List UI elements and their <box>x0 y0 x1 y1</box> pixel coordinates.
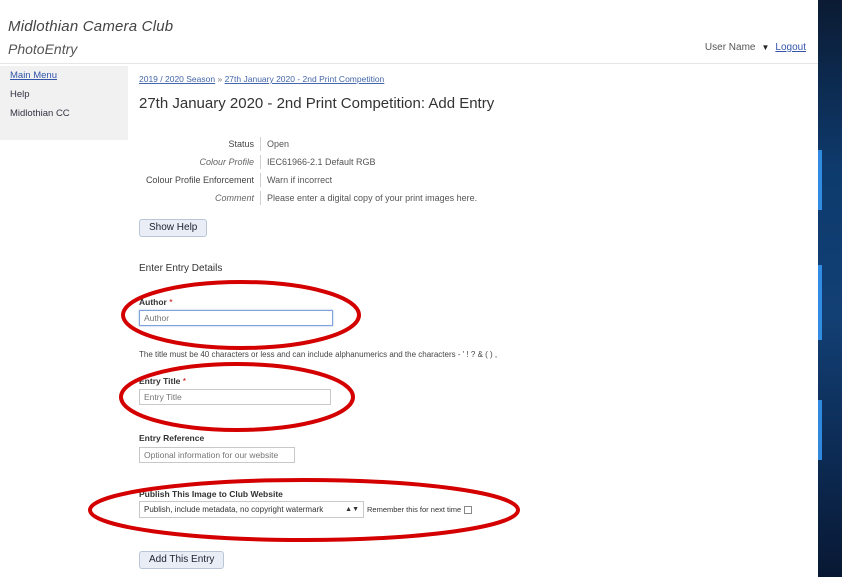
publish-label: Publish This Image to Club Website <box>139 489 283 499</box>
competition-info: Status Open Colour Profile IEC61966-2.1 … <box>130 135 580 207</box>
sidebar-item-help[interactable]: Help <box>0 85 128 104</box>
add-entry-button[interactable]: Add This Entry <box>139 551 225 569</box>
info-label: Colour Profile Enforcement <box>145 175 254 185</box>
info-label: Comment <box>214 193 254 203</box>
remember-checkbox-row[interactable]: Remember this for next time <box>367 505 473 514</box>
breadcrumb-season-link[interactable]: 2019 / 2020 Season <box>139 74 215 84</box>
info-value: Open <box>260 137 289 151</box>
required-mark: * <box>169 297 173 307</box>
entry-title-input[interactable] <box>139 389 331 405</box>
author-label-text: Author <box>139 297 167 307</box>
caret-down-icon[interactable]: ▼ <box>761 43 769 52</box>
breadcrumb-competition-link[interactable]: 27th January 2020 - 2nd Print Competitio… <box>225 74 385 84</box>
title-label: Entry Title * <box>139 376 186 386</box>
browser-page: Midlothian Camera Club PhotoEntry User N… <box>0 0 818 577</box>
desktop-glow <box>818 150 822 210</box>
info-row-colour-profile: Colour Profile IEC61966-2.1 Default RGB <box>130 153 580 171</box>
select-arrow-icon: ▲▼ <box>345 506 359 513</box>
user-menu: User Name ▼ Logout <box>705 42 806 53</box>
sidebar-item-club[interactable]: Midlothian CC <box>0 104 128 123</box>
author-label: Author * <box>139 297 173 307</box>
info-value: IEC61966-2.1 Default RGB <box>260 155 376 169</box>
reference-label: Entry Reference <box>139 433 205 443</box>
logout-link[interactable]: Logout <box>775 42 806 53</box>
info-row-comment: Comment Please enter a digital copy of y… <box>130 189 580 207</box>
author-help-text: The title must be 40 characters or less … <box>139 350 498 359</box>
author-input[interactable] <box>139 310 333 326</box>
publish-selected-value: Publish, include metadata, no copyright … <box>144 505 324 514</box>
header-divider <box>0 63 818 64</box>
sidebar-item-main-menu[interactable]: Main Menu <box>0 66 128 85</box>
publish-select[interactable]: Publish, include metadata, no copyright … <box>139 501 364 518</box>
breadcrumb-separator: » <box>217 74 223 84</box>
entry-reference-input[interactable] <box>139 447 295 463</box>
section-heading: Enter Entry Details <box>139 263 223 274</box>
show-help-button[interactable]: Show Help <box>139 219 208 237</box>
required-mark: * <box>182 376 187 386</box>
remember-checkbox[interactable] <box>464 505 473 514</box>
breadcrumb: 2019 / 2020 Season » 27th January 2020 -… <box>139 74 384 84</box>
info-row-enforcement: Colour Profile Enforcement Warn if incor… <box>130 171 580 189</box>
page-title: 27th January 2020 - 2nd Print Competitio… <box>139 95 495 112</box>
user-name[interactable]: User Name <box>705 42 756 53</box>
info-value: Please enter a digital copy of your prin… <box>260 191 477 205</box>
info-row-status: Status Open <box>130 135 580 153</box>
remember-checkbox-text: Remember this for next time <box>367 505 462 514</box>
app-subtitle: PhotoEntry <box>8 41 78 57</box>
info-value: Warn if incorrect <box>260 173 332 187</box>
info-label: Colour Profile <box>199 157 254 167</box>
desktop-glow <box>818 400 822 460</box>
sidebar: Main Menu Help Midlothian CC <box>0 66 128 140</box>
desktop-background-strip <box>818 0 842 577</box>
app-title: Midlothian Camera Club <box>8 18 174 35</box>
desktop-glow <box>818 265 822 340</box>
info-label: Status <box>228 139 254 149</box>
title-label-text: Entry Title <box>139 376 181 386</box>
